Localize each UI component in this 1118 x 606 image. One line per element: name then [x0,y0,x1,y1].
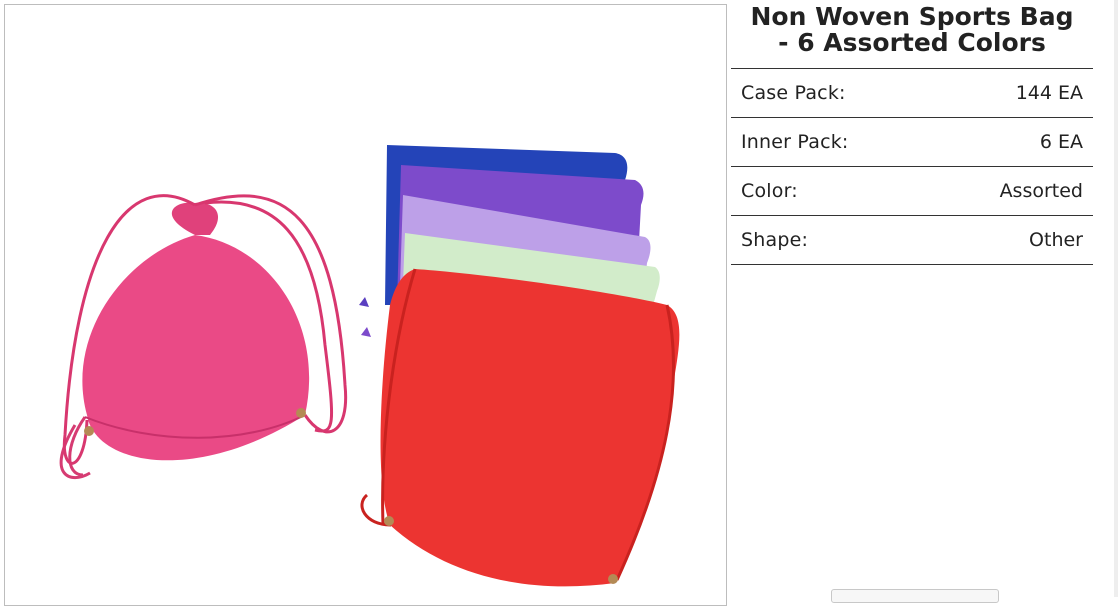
product-image-panel[interactable] [4,4,727,606]
product-image[interactable] [5,5,726,605]
spec-row-case-pack: Case Pack: 144 EA [731,69,1093,118]
bottom-button[interactable] [831,589,999,603]
product-info-panel: Non Woven Sports Bag - 6 Assorted Colors… [731,0,1093,265]
spec-row-color: Color: Assorted [731,167,1093,216]
spec-row-inner-pack: Inner Pack: 6 EA [731,118,1093,167]
product-title-line1: Non Woven Sports Bag [750,2,1074,31]
spec-label: Case Pack: [741,82,846,104]
stacked-bags [359,145,680,587]
pink-bag [59,194,348,480]
spec-value: Other [1029,229,1083,251]
spec-row-shape: Shape: Other [731,216,1093,265]
product-title-line2: - 6 Assorted Colors [778,28,1046,57]
spec-value: 6 EA [1039,131,1083,153]
spec-label: Inner Pack: [741,131,849,153]
scrollbar[interactable] [1114,0,1118,597]
spec-value: Assorted [999,180,1083,202]
spec-value: 144 EA [1015,82,1083,104]
spec-table: Case Pack: 144 EA Inner Pack: 6 EA Color… [731,68,1093,265]
product-title: Non Woven Sports Bag - 6 Assorted Colors [731,4,1093,68]
spec-label: Shape: [741,229,809,251]
spec-label: Color: [741,180,798,202]
